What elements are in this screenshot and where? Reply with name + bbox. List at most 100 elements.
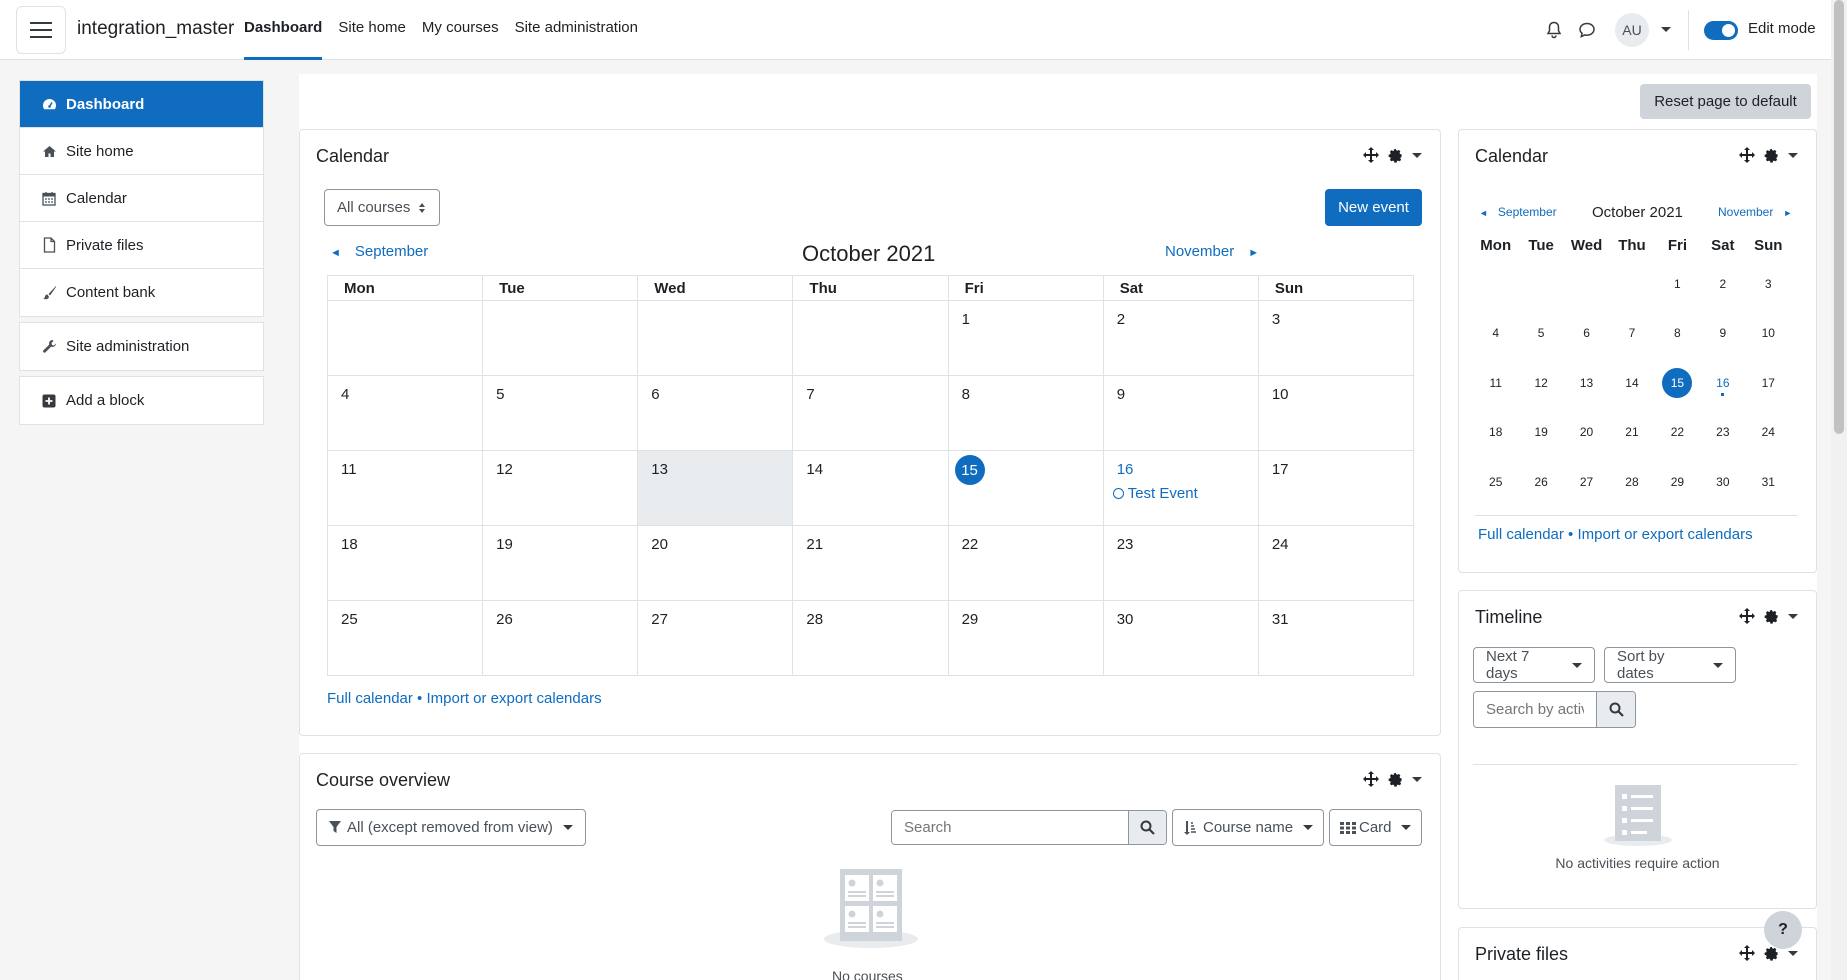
day-cell[interactable]: 22	[947, 525, 1104, 601]
nav-dashboard[interactable]: Dashboard	[236, 0, 330, 60]
add-a-block-button[interactable]: Add a block	[20, 377, 263, 424]
nav-my-courses[interactable]: My courses	[414, 0, 507, 60]
drawer-item-site-administration[interactable]: Site administration	[20, 323, 263, 370]
move-icon[interactable]	[1363, 771, 1379, 787]
day-cell[interactable]: 20	[637, 525, 794, 601]
mini-day-cell[interactable]: 23	[1700, 408, 1745, 458]
day-cell[interactable]: 30	[1102, 600, 1259, 676]
day-cell[interactable]: 26	[482, 600, 639, 676]
mini-day-cell[interactable]: 15	[1655, 358, 1700, 408]
mini-day-cell[interactable]: 2	[1700, 259, 1745, 309]
mini-day-cell[interactable]: 21	[1609, 408, 1654, 458]
notification-bell-icon[interactable]	[1546, 21, 1562, 39]
prev-month-link[interactable]: ◄ September	[330, 243, 428, 260]
mini-day-cell[interactable]: 29	[1655, 457, 1700, 507]
mini-day-cell[interactable]: 4	[1473, 309, 1518, 359]
day-cell[interactable]: 2	[1102, 300, 1259, 376]
course-view-dropdown[interactable]: Card	[1329, 809, 1422, 846]
day-cell[interactable]: 18	[326, 525, 484, 601]
nav-site-home[interactable]: Site home	[330, 0, 414, 60]
mini-day-cell[interactable]: 19	[1518, 408, 1563, 458]
block-actions-caret-icon[interactable]	[1412, 776, 1422, 782]
mini-day-cell[interactable]: 12	[1518, 358, 1563, 408]
mini-day-cell[interactable]: 28	[1609, 457, 1654, 507]
day-cell[interactable]: 29	[947, 600, 1104, 676]
day-cell[interactable]: 19	[482, 525, 639, 601]
day-cell[interactable]: 8	[947, 375, 1104, 451]
block-actions-caret-icon[interactable]	[1788, 613, 1798, 619]
new-event-button[interactable]: New event	[1325, 189, 1422, 226]
drawer-item-dashboard[interactable]: Dashboard	[20, 81, 263, 128]
mini-day-cell[interactable]: 1	[1655, 259, 1700, 309]
day-cell[interactable]: 5	[482, 375, 639, 451]
block-actions-caret-icon[interactable]	[1412, 152, 1422, 158]
day-cell[interactable]: 12	[482, 450, 639, 526]
day-cell[interactable]: 21	[792, 525, 949, 601]
day-cell[interactable]: 9	[1102, 375, 1259, 451]
day-cell[interactable]: 27	[637, 600, 794, 676]
mini-day-cell[interactable]: 30	[1700, 457, 1745, 507]
mini-day-cell[interactable]: 26	[1518, 457, 1563, 507]
help-button[interactable]: ?	[1764, 911, 1802, 949]
day-cell[interactable]: 13	[637, 450, 794, 526]
gear-icon[interactable]	[1764, 148, 1779, 163]
timeline-search-input[interactable]	[1474, 692, 1596, 727]
block-actions-caret-icon[interactable]	[1788, 950, 1798, 956]
move-icon[interactable]	[1739, 147, 1755, 163]
mini-day-cell[interactable]: 24	[1746, 408, 1791, 458]
day-cell[interactable]: 7	[792, 375, 949, 451]
mini-day-cell[interactable]: 22	[1655, 408, 1700, 458]
block-actions-caret-icon[interactable]	[1788, 152, 1798, 158]
messages-chat-icon[interactable]	[1578, 21, 1596, 39]
full-calendar-link[interactable]: Full calendar	[327, 690, 413, 707]
user-menu-caret-icon[interactable]	[1661, 27, 1671, 32]
gear-icon[interactable]	[1388, 148, 1403, 163]
user-avatar[interactable]: AU	[1615, 13, 1649, 47]
import-export-calendars-link[interactable]: Import or export calendars	[426, 690, 601, 707]
day-cell[interactable]: 31	[1257, 600, 1415, 676]
day-cell[interactable]: 23	[1102, 525, 1259, 601]
mini-day-cell[interactable]: 9	[1700, 309, 1745, 359]
drawer-toggle-button[interactable]	[16, 6, 66, 54]
gear-icon[interactable]	[1764, 609, 1779, 624]
mini-day-cell[interactable]: 16	[1700, 358, 1745, 408]
scrollbar-thumb[interactable]	[1834, 0, 1844, 434]
mini-day-cell[interactable]: 10	[1746, 309, 1791, 359]
mini-prev-month-link[interactable]: ◄ September	[1479, 205, 1557, 219]
day-cell[interactable]: 28	[792, 600, 949, 676]
full-calendar-link[interactable]: Full calendar	[1478, 526, 1564, 543]
drawer-item-content-bank[interactable]: Content bank	[20, 269, 263, 316]
day-cell[interactable]: 17	[1257, 450, 1415, 526]
day-cell[interactable]: 16 Test Event	[1102, 450, 1259, 526]
next-month-link[interactable]: November ►	[1165, 243, 1259, 260]
site-name[interactable]: integration_master	[77, 18, 234, 40]
timeline-range-dropdown[interactable]: Next 7 days	[1473, 647, 1595, 683]
course-search-input[interactable]	[892, 811, 1128, 844]
mini-day-cell[interactable]: 27	[1564, 457, 1609, 507]
mini-day-cell[interactable]: 13	[1564, 358, 1609, 408]
day-cell[interactable]: 4	[326, 375, 484, 451]
mini-day-cell[interactable]: 18	[1473, 408, 1518, 458]
gear-icon[interactable]	[1388, 772, 1403, 787]
import-export-calendars-link[interactable]: Import or export calendars	[1577, 526, 1752, 543]
mini-day-cell[interactable]: 3	[1746, 259, 1791, 309]
mini-day-cell[interactable]: 6	[1564, 309, 1609, 359]
mini-day-cell[interactable]: 8	[1655, 309, 1700, 359]
page-scrollbar[interactable]	[1831, 0, 1847, 980]
course-filter-dropdown[interactable]: All (except removed from view)	[316, 809, 586, 846]
edit-mode-toggle[interactable]	[1704, 21, 1738, 40]
day-cell[interactable]: 6	[637, 375, 794, 451]
course-filter-select[interactable]: All courses	[324, 189, 440, 226]
move-icon[interactable]	[1363, 147, 1379, 163]
mini-day-cell[interactable]: 31	[1746, 457, 1791, 507]
nav-site-administration[interactable]: Site administration	[507, 0, 646, 60]
course-sort-dropdown[interactable]: Course name	[1172, 809, 1325, 846]
mini-day-cell[interactable]: 17	[1746, 358, 1791, 408]
mini-day-cell[interactable]: 25	[1473, 457, 1518, 507]
drawer-item-site-home[interactable]: Site home	[20, 128, 263, 175]
day-cell[interactable]: 25	[326, 600, 484, 676]
timeline-sort-dropdown[interactable]: Sort by dates	[1604, 647, 1736, 683]
move-icon[interactable]	[1739, 608, 1755, 624]
day-cell[interactable]: 3	[1257, 300, 1415, 376]
move-icon[interactable]	[1739, 945, 1755, 961]
